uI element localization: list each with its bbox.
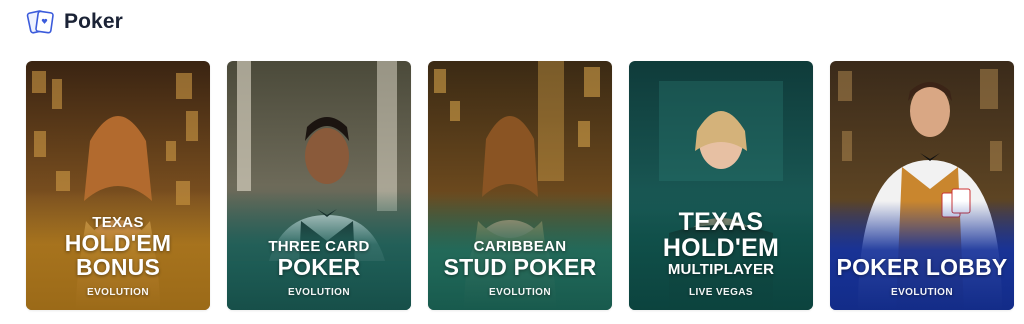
game-title-line: STUD POKER bbox=[443, 254, 597, 280]
game-card-three-card-poker[interactable]: THREE CARD POKER EVOLUTION bbox=[227, 61, 411, 310]
section-title: Poker bbox=[64, 10, 123, 33]
game-card-texas-holdem-bonus[interactable]: TEXAS HOLD'EM BONUS EVOLUTION bbox=[26, 61, 210, 310]
game-provider: EVOLUTION bbox=[489, 287, 551, 298]
game-provider: EVOLUTION bbox=[891, 287, 953, 298]
game-title-line: BONUS bbox=[75, 254, 161, 280]
game-card-caribbean-stud-poker[interactable]: CARIBBEAN STUD POKER EVOLUTION bbox=[428, 61, 612, 310]
game-label: THREE CARD POKER EVOLUTION bbox=[227, 238, 411, 298]
game-label: POKER LOBBY EVOLUTION bbox=[830, 255, 1014, 298]
game-title-line: HOLD'EM bbox=[64, 230, 172, 256]
section-header: Poker bbox=[26, 6, 123, 38]
game-label: CARIBBEAN STUD POKER EVOLUTION bbox=[428, 238, 612, 298]
game-label: TEXAS HOLD'EM BONUS EVOLUTION bbox=[26, 214, 210, 298]
game-card-texas-holdem-multiplayer[interactable]: TEXAS HOLD'EM MULTIPLAYER LIVE VEGAS bbox=[629, 61, 813, 310]
game-provider: EVOLUTION bbox=[87, 287, 149, 298]
game-card-poker-lobby[interactable]: POKER LOBBY EVOLUTION bbox=[830, 61, 1014, 310]
game-title-line: HOLD'EM bbox=[662, 234, 780, 262]
game-title-line: POKER LOBBY bbox=[836, 254, 1008, 280]
game-label: TEXAS HOLD'EM MULTIPLAYER LIVE VEGAS bbox=[629, 209, 813, 298]
game-provider: EVOLUTION bbox=[288, 287, 350, 298]
game-title-line: POKER bbox=[277, 254, 361, 280]
game-provider: LIVE VEGAS bbox=[688, 287, 753, 298]
cards-icon bbox=[26, 7, 56, 37]
game-title-line: TEXAS bbox=[678, 208, 764, 236]
game-title-line: MULTIPLAYER bbox=[667, 261, 775, 278]
game-title-line: THREE CARD bbox=[268, 238, 370, 255]
games-row: TEXAS HOLD'EM BONUS EVOLUTION THREE CARD… bbox=[26, 61, 1014, 310]
game-title-line: TEXAS bbox=[92, 214, 144, 231]
game-title-line: CARIBBEAN bbox=[473, 238, 567, 255]
